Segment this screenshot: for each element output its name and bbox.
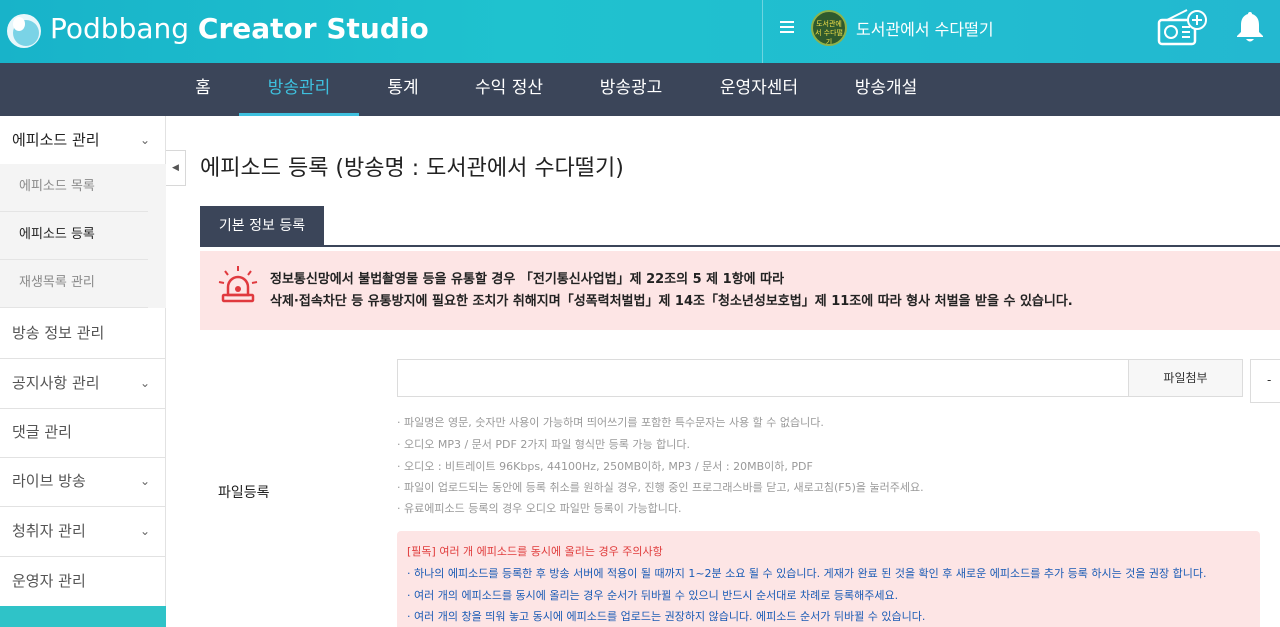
- chevron-down-icon: ⌄: [139, 474, 150, 488]
- sidebar-collapse-button[interactable]: ◀: [166, 150, 186, 186]
- sidebar-item-comments[interactable]: 댓글 관리: [0, 408, 166, 458]
- nav-broadcast-ads[interactable]: 방송광고: [588, 63, 674, 116]
- sidebar-subitem-episode-list[interactable]: 에피소드 목록: [0, 164, 148, 212]
- sidebar-item-operators[interactable]: 운영자 관리: [0, 557, 166, 607]
- warning-text-line: 정보통신망에서 불법촬영물 등을 유통할 경우 「전기통신사업법」제 22조의 …: [270, 272, 785, 287]
- header-divider: [762, 0, 763, 63]
- caution-text-line: · 하나의 에피소드를 등록한 후 방송 서버에 적용이 될 때까지 1~2분 …: [407, 567, 1207, 580]
- upload-hint: · 유료에피소드 등록의 경우 오디오 파일만 등록이 가능합니다.: [397, 502, 682, 515]
- sidebar-item-label: 청취자 관리: [12, 522, 86, 540]
- nav-statistics[interactable]: 통계: [375, 63, 431, 116]
- sidebar-subitem-playlist-management[interactable]: 재생목록 관리: [0, 260, 148, 308]
- page-title: 에피소드 등록 (방송명 : 도서관에서 수다떨기): [200, 156, 624, 181]
- tab-underline: [200, 245, 1280, 247]
- caution-title: [필독] 여러 개 에피소드를 동시에 올리는 경우 주의사항: [407, 545, 663, 558]
- nav-operator-center[interactable]: 운영자센터: [708, 63, 810, 116]
- sidebar-item-broadcast-info[interactable]: 방송 정보 관리: [0, 309, 166, 359]
- main-nav: 홈 방송관리 통계 수익 정산 방송광고 운영자센터 방송개설: [0, 63, 1280, 116]
- logo-drop-icon: [6, 9, 42, 49]
- sidebar: 에피소드 관리 ⌄ 에피소드 목록 에피소드 등록 재생목록 관리 방송 정보 …: [0, 116, 166, 627]
- sidebar-item-label: 댓글 관리: [12, 423, 72, 441]
- sidebar-item-episode-management[interactable]: 에피소드 관리 ⌄: [0, 116, 166, 164]
- sidebar-item-label: 공지사항 관리: [12, 374, 100, 392]
- caution-text-line: · 여러 개의 에피소드를 동시에 올리는 경우 순서가 뒤바뀔 수 있으니 반…: [407, 589, 899, 602]
- sidebar-highlight-item[interactable]: [0, 606, 166, 627]
- sidebar-item-listeners[interactable]: 청취자 관리 ⌄: [0, 507, 166, 557]
- file-path-input[interactable]: [397, 359, 1129, 397]
- file-register-label: 파일등록: [218, 485, 270, 501]
- sidebar-subitem-episode-register[interactable]: 에피소드 등록: [0, 212, 148, 260]
- upload-hint: · 파일이 업로드되는 동안에 등록 취소를 원하실 경우, 진행 중인 프로그…: [397, 481, 924, 494]
- chevron-down-icon: ⌄: [139, 133, 150, 147]
- multi-upload-caution-box: [필독] 여러 개 에피소드를 동시에 올리는 경우 주의사항 · 하나의 에피…: [397, 531, 1260, 627]
- caution-text-line: · 여러 개의 창을 띄워 놓고 동시에 에피소드를 업로드는 권장하지 않습니…: [407, 610, 926, 623]
- legal-warning-banner: 정보통신망에서 불법촬영물 등을 유통할 경우 「전기통신사업법」제 22조의 …: [200, 251, 1280, 330]
- tab-basic-info[interactable]: 기본 정보 등록: [200, 206, 324, 246]
- logo-text: Podbbang Creator Studio: [50, 9, 429, 49]
- logo-text-bold: Creator Studio: [197, 12, 429, 45]
- chevron-down-icon: ⌄: [139, 524, 150, 538]
- file-attach-button[interactable]: 파일첨부: [1128, 359, 1243, 397]
- nav-revenue[interactable]: 수익 정산: [465, 63, 553, 116]
- upload-hint: · 오디오 : 비트레이트 96Kbps, 44100Hz, 250MB이하, …: [397, 460, 813, 473]
- bell-icon[interactable]: [1236, 10, 1264, 44]
- sidebar-item-label: 라이브 방송: [12, 472, 86, 490]
- sidebar-item-notice[interactable]: 공지사항 관리 ⌄: [0, 359, 166, 409]
- radio-add-icon[interactable]: [1157, 8, 1207, 48]
- channel-name[interactable]: 도서관에서 수다떨기: [856, 16, 994, 40]
- nav-home[interactable]: 홈: [180, 63, 226, 116]
- chevron-down-icon: ⌄: [139, 376, 150, 390]
- upload-hint: · 파일명은 영문, 숫자만 사용이 가능하며 띄어쓰기를 포함한 특수문자는 …: [397, 416, 824, 429]
- sidebar-item-label: 에피소드 관리: [12, 131, 100, 149]
- top-header: Podbbang Creator Studio 도서관에서 수다떨기 도서관에서…: [0, 0, 1280, 63]
- sidebar-item-live[interactable]: 라이브 방송 ⌄: [0, 457, 166, 507]
- warning-text-line: 삭제·접속차단 등 유통방지에 필요한 조치가 취해지며「성폭력처벌법」제 14…: [270, 294, 1073, 309]
- nav-open-broadcast[interactable]: 방송개설: [843, 63, 929, 116]
- siren-icon: [218, 265, 258, 305]
- menu-icon[interactable]: [780, 19, 796, 35]
- logo-text-regular: Podbbang: [50, 12, 198, 45]
- channel-avatar[interactable]: 도서관에서 수다떨기: [811, 10, 847, 46]
- remove-file-button[interactable]: -: [1250, 359, 1280, 403]
- upload-hint: · 오디오 MP3 / 문서 PDF 2가지 파일 형식만 등록 가능 합니다.: [397, 438, 690, 451]
- nav-broadcast-management[interactable]: 방송관리: [239, 63, 359, 116]
- sidebar-item-label: 방송 정보 관리: [12, 324, 105, 342]
- podbbang-logo[interactable]: Podbbang Creator Studio: [6, 7, 429, 51]
- episode-submenu: 에피소드 목록 에피소드 등록 재생목록 관리: [0, 164, 166, 308]
- sidebar-item-label: 운영자 관리: [12, 572, 86, 590]
